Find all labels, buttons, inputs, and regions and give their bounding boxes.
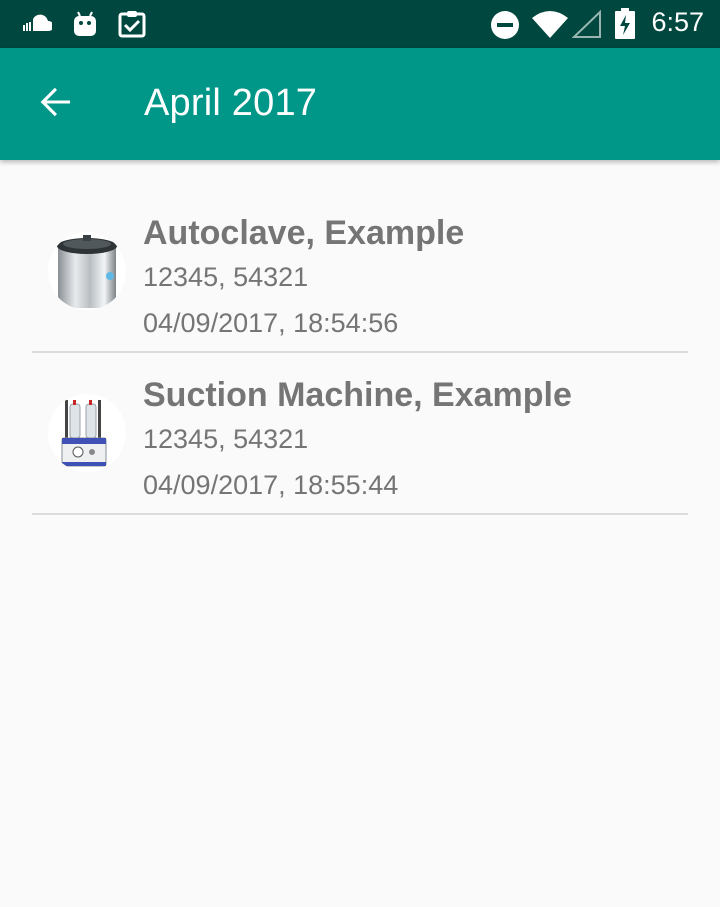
autoclave-image <box>48 232 126 310</box>
page-title: April 2017 <box>144 82 318 124</box>
item-title: Autoclave, Example <box>143 214 465 252</box>
android-icon <box>72 10 98 43</box>
wifi-icon <box>532 10 568 43</box>
divider <box>32 513 688 515</box>
item-title: Suction Machine, Example <box>143 376 572 414</box>
item-numbers: 12345, 54321 <box>143 262 309 292</box>
list-item[interactable]: Autoclave, Example 12345, 54321 04/09/20… <box>0 160 720 353</box>
clipboard-check-icon <box>117 9 147 44</box>
arrow-back-icon <box>38 84 74 125</box>
status-bar: 6:57 <box>0 0 720 48</box>
cell-signal-icon <box>571 9 602 43</box>
status-clock: 6:57 <box>651 7 704 37</box>
suction-machine-image <box>48 394 126 472</box>
back-button[interactable] <box>28 76 84 132</box>
item-list: Autoclave, Example 12345, 54321 04/09/20… <box>0 160 720 515</box>
item-numbers: 12345, 54321 <box>143 424 309 454</box>
list-item[interactable]: Suction Machine, Example 12345, 54321 04… <box>0 353 720 515</box>
item-datetime: 04/09/2017, 18:55:44 <box>143 470 399 500</box>
item-datetime: 04/09/2017, 18:54:56 <box>143 308 399 338</box>
do-not-disturb-icon <box>490 10 520 45</box>
app-bar: April 2017 <box>0 48 720 160</box>
battery-charging-icon <box>614 8 636 45</box>
cloud-icon <box>20 14 54 39</box>
